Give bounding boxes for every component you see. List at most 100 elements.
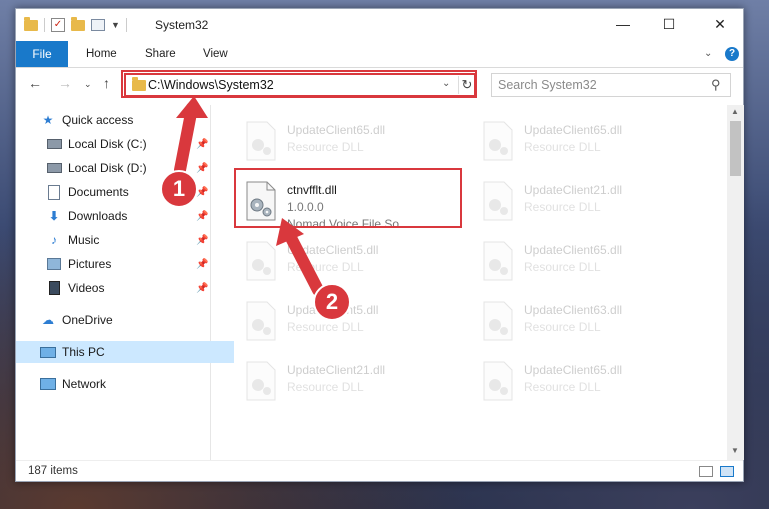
sidebar-item-label: Pictures [68,257,112,271]
dll-file-icon [246,121,276,161]
sidebar-item-music[interactable]: ♪ Music 📌 [16,229,240,251]
network-icon [40,377,56,391]
sidebar-item-label: Documents [68,185,129,199]
file-name: UpdateClient21.dll [287,363,386,377]
tab-share[interactable]: Share [145,41,176,67]
file-type: Resource DLL [524,140,601,154]
sidebar-item-label: Downloads [68,209,128,223]
dll-file-icon [483,121,513,161]
file-type: Resource DLL [524,260,601,274]
file-tile[interactable]: UpdateClient5.dll Resource DLL [237,235,457,291]
pin-icon[interactable]: 📌 [196,235,208,246]
pictures-icon [46,257,62,271]
dll-file-icon [246,301,276,341]
status-bar: 187 items [16,460,743,483]
tab-file[interactable]: File [16,41,68,67]
step-2-marker: 2 [313,283,351,321]
documents-icon [46,184,62,200]
dll-file-icon [246,241,276,281]
drive-icon [46,137,62,151]
file-name: UpdateClient5.dll [287,243,379,257]
recent-locations-chevron-icon[interactable]: ⌄ [84,79,92,90]
file-tile[interactable]: UpdateClient63.dll Resource DLL [474,295,694,351]
up-arrow-icon[interactable]: ↑ [103,75,110,91]
customize-toolbar-dropdown-icon[interactable]: ▼ [111,20,120,30]
folder-icon[interactable] [24,16,38,31]
sidebar-item-pictures[interactable]: Pictures 📌 [16,253,240,275]
file-name: UpdateClient65.dll [524,363,623,377]
dll-file-icon [483,241,513,281]
sidebar-item-local-disk-d[interactable]: Local Disk (D:) 📌 [16,157,240,179]
download-icon: ⬇ [48,209,60,223]
search-placeholder: Search System32 [498,78,597,92]
pin-icon[interactable]: 📌 [196,139,208,150]
cloud-icon: ☁ [42,313,54,327]
pin-icon[interactable]: 📌 [196,259,208,270]
pin-icon[interactable]: 📌 [196,283,208,294]
large-icons-view-icon[interactable] [720,466,734,477]
sidebar-item-onedrive[interactable]: ☁ OneDrive [16,309,234,331]
back-arrow-icon[interactable]: ← [28,75,42,91]
scroll-down-icon[interactable]: ▼ [731,446,739,455]
search-input[interactable]: Search System32 ⚲ [491,73,731,97]
window-title: System32 [155,18,209,32]
item-count: 187 items [28,465,78,477]
toolbar-divider [44,18,45,32]
file-name: UpdateClient65.dll [287,123,386,137]
vertical-scrollbar[interactable]: ▲ ▼ [727,105,744,460]
scrollbar-thumb[interactable] [730,121,741,176]
star-icon: ★ [42,113,54,127]
sidebar-item-label: Music [68,233,100,247]
sidebar-item-label: Local Disk (D:) [68,161,147,175]
sidebar-item-this-pc[interactable]: This PC [16,341,234,363]
properties-check-icon[interactable]: ✓ [51,18,65,32]
quick-access-toolbar: ✓ ▼ [24,16,127,32]
maximize-button[interactable]: ☐ [646,9,692,39]
details-view-icon[interactable] [699,466,713,477]
tab-view[interactable]: View [203,41,228,67]
forward-arrow-icon[interactable]: → [58,75,72,91]
sidebar-item-videos[interactable]: Videos 📌 [16,277,240,299]
file-type: Resource DLL [287,320,364,334]
navigation-pane: ★ Quick access Local Disk (C:) 📌 Local D… [16,105,234,460]
file-type: Resource DLL [524,320,601,334]
file-type: Resource DLL [287,260,364,274]
file-tile[interactable]: UpdateClient65.dll Resource DLL [237,115,457,171]
help-icon[interactable]: ? [725,47,739,61]
pin-icon[interactable]: 📌 [196,163,208,174]
file-type: Resource DLL [524,380,601,394]
file-tile[interactable]: UpdateClient65.dll Resource DLL [474,235,694,291]
new-folder-icon[interactable] [71,16,85,31]
file-name: UpdateClient63.dll [524,303,623,317]
tab-home[interactable]: Home [86,41,117,67]
search-icon[interactable]: ⚲ [711,77,721,93]
sidebar-item-label: Quick access [62,113,134,127]
sidebar-item-documents[interactable]: Documents 📌 [16,181,240,203]
file-type: Resource DLL [287,380,364,394]
expand-ribbon-chevron-icon[interactable]: ⌄ [704,48,712,59]
dll-file-icon [246,361,276,401]
dll-file-icon [483,181,513,221]
videos-icon [46,281,62,295]
sidebar-item-downloads[interactable]: ⬇ Downloads 📌 [16,205,240,227]
sidebar-item-quick-access[interactable]: ★ Quick access [16,109,234,131]
sidebar-item-label: Local Disk (C:) [68,137,147,151]
pin-icon[interactable]: 📌 [196,211,208,222]
file-tile[interactable]: UpdateClient21.dll Resource DLL [474,175,694,231]
scroll-up-icon[interactable]: ▲ [731,107,739,116]
sidebar-item-label: Videos [68,281,105,295]
dll-file-icon [483,301,513,341]
file-tile[interactable]: UpdateClient65.dll Resource DLL [474,115,694,171]
file-tile[interactable]: UpdateClient65.dll Resource DLL [474,355,694,411]
minimize-button[interactable]: — [600,9,646,39]
sidebar-item-local-disk-c[interactable]: Local Disk (C:) 📌 [16,133,240,155]
drive-icon [46,161,62,175]
file-tile[interactable]: UpdateClient21.dll Resource DLL [237,355,457,411]
properties-icon[interactable] [91,19,105,31]
music-icon: ♪ [51,233,57,247]
close-button[interactable]: ✕ [697,9,743,39]
step-1-marker: 1 [160,170,198,208]
sidebar-item-network[interactable]: Network [16,373,234,395]
file-type: Resource DLL [524,200,601,214]
highlight-box-address-bar [121,70,477,98]
